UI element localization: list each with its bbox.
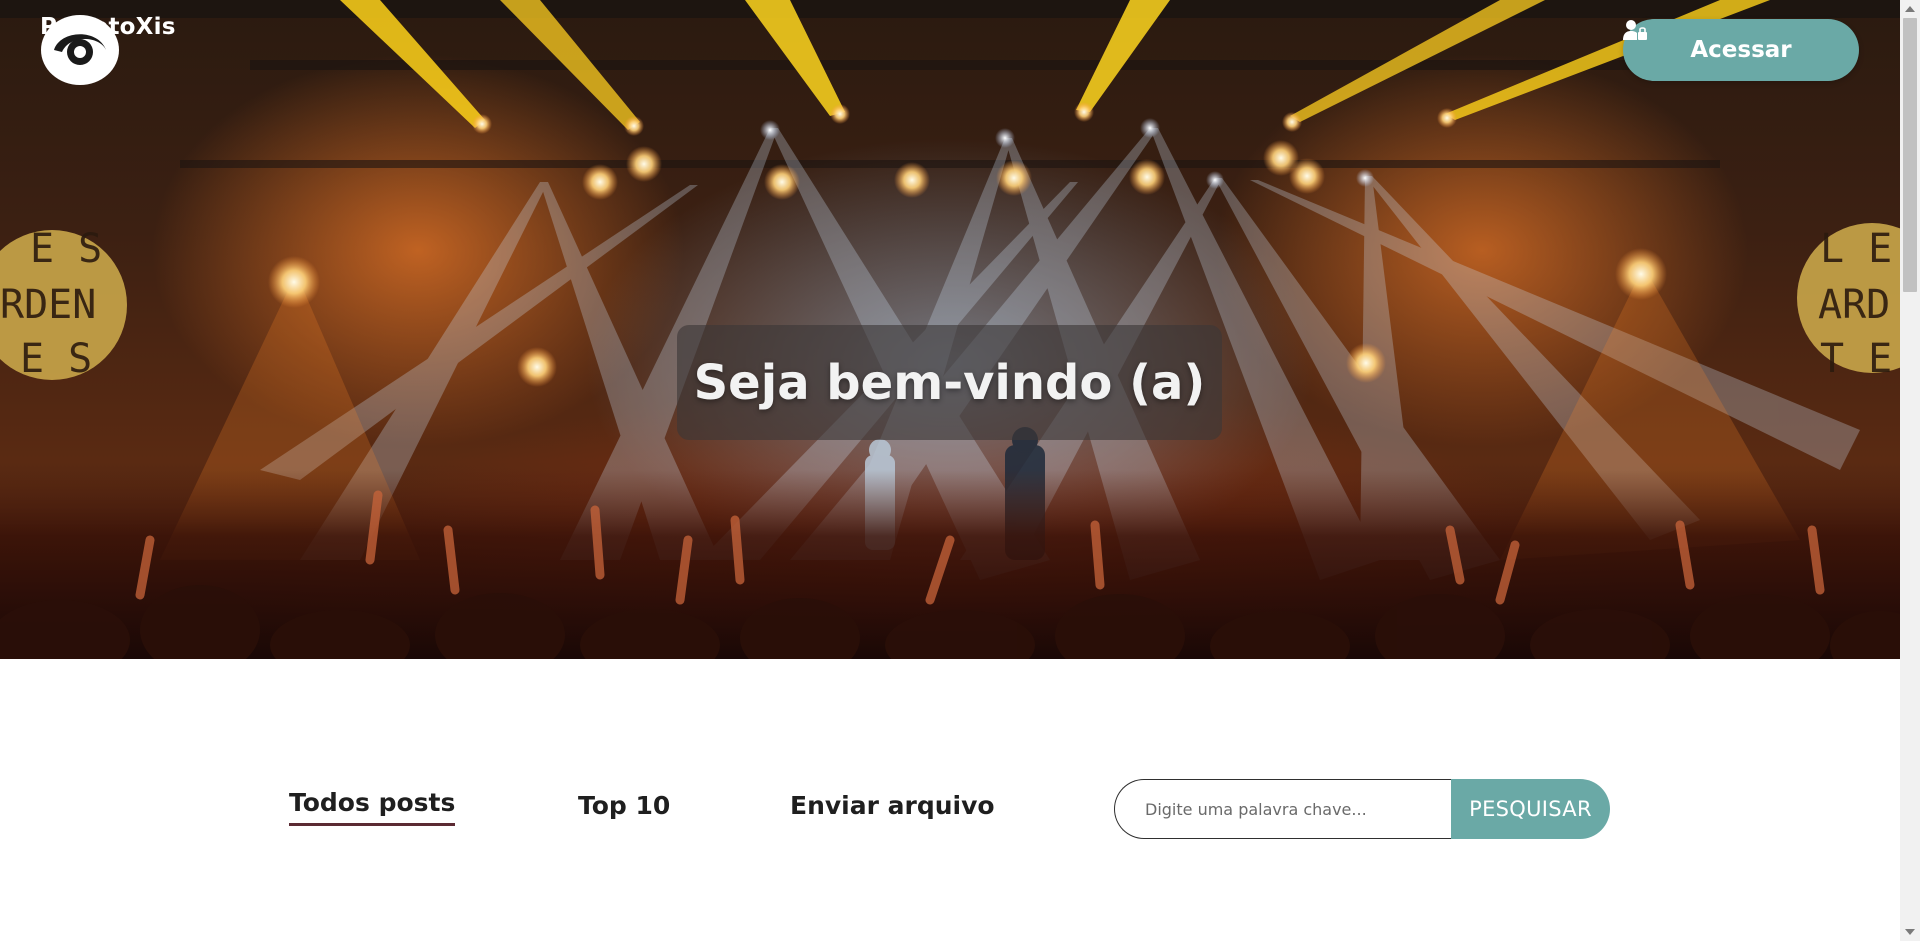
scroll-up-arrow-icon[interactable] <box>1905 6 1915 12</box>
svg-text:E S: E S <box>20 336 92 382</box>
svg-text:T E: T E <box>1820 336 1892 382</box>
search-button[interactable]: PESQUISAR <box>1451 779 1610 839</box>
login-button[interactable]: Acessar <box>1623 19 1859 81</box>
brand-logo[interactable]: ProjetoXis <box>40 14 176 85</box>
svg-text:ARD: ARD <box>1818 282 1890 328</box>
welcome-banner: Seja bem-vindo (a) <box>677 325 1222 440</box>
hero-banner: E S RDEN E S L E ARD T E Acessar Seja be… <box>0 0 1900 659</box>
search-input[interactable] <box>1114 779 1451 839</box>
svg-text:RDEN: RDEN <box>0 282 96 328</box>
welcome-title: Seja bem-vindo (a) <box>693 354 1206 411</box>
tab-send-file[interactable]: Enviar arquivo <box>790 791 995 820</box>
search-form: PESQUISAR <box>1114 779 1610 839</box>
tab-all-posts[interactable]: Todos posts <box>289 788 456 826</box>
tab-top-10[interactable]: Top 10 <box>578 791 670 820</box>
vertical-scrollbar[interactable] <box>1900 0 1920 941</box>
login-button-label: Acessar <box>1690 37 1792 63</box>
eye-logo-icon <box>41 15 119 85</box>
scroll-down-arrow-icon[interactable] <box>1905 929 1915 935</box>
svg-text:E S: E S <box>30 226 102 272</box>
user-lock-icon <box>1623 20 1647 40</box>
page: E S RDEN E S L E ARD T E Acessar Seja be… <box>0 0 1900 941</box>
svg-text:L E: L E <box>1820 226 1892 272</box>
scrollbar-thumb[interactable] <box>1903 18 1917 292</box>
